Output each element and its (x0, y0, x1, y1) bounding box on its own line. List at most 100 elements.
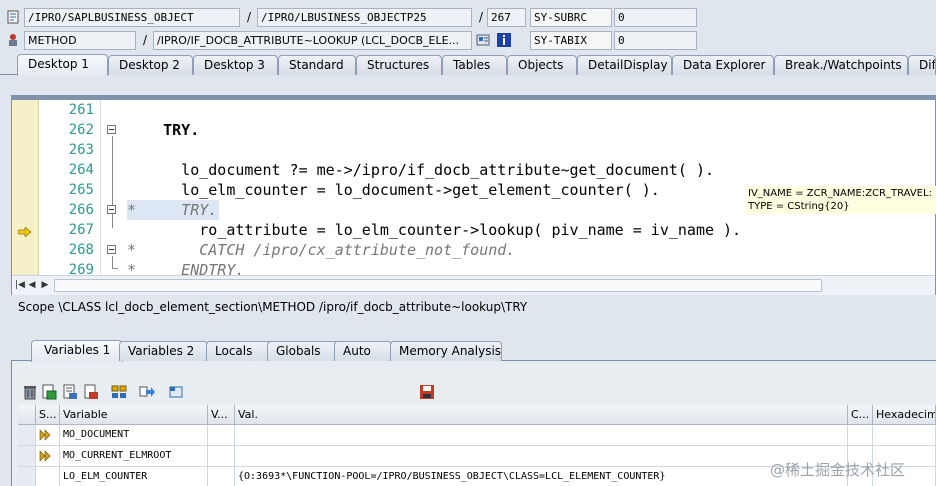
floppy-save-icon[interactable] (419, 384, 435, 400)
tab-locals[interactable]: Locals (206, 341, 275, 361)
code-line: TRY. (127, 121, 200, 139)
sy-subrc-label: SY-SUBRC (530, 8, 612, 27)
variable-v-cell (208, 446, 235, 467)
line-number: 265 (68, 182, 94, 198)
variable-name-cell[interactable]: LO_ELM_COUNTER (60, 467, 208, 486)
line-number: 262 (68, 122, 94, 138)
code-line-selected: * TRY. (127, 200, 219, 220)
tab-desktop-2[interactable]: Desktop 2 (108, 55, 193, 75)
row-selector[interactable] (18, 467, 36, 486)
expand-all-icon[interactable] (111, 384, 127, 400)
fold-line (112, 136, 113, 228)
line-number-field[interactable]: 267 (487, 8, 526, 27)
tab-memory-analysis[interactable]: Memory Analysis (390, 341, 502, 361)
drilldown-cell[interactable] (36, 425, 60, 446)
scroll-right-icon[interactable]: ▶ (39, 279, 51, 292)
event-type-field[interactable]: METHOD (24, 31, 136, 50)
code-line: lo_elm_counter = lo_document->get_elemen… (127, 181, 660, 199)
sy-tabix-value[interactable]: 0 (614, 31, 697, 50)
column-header-v[interactable]: V... (208, 405, 235, 425)
tab-tables[interactable]: Tables (442, 55, 507, 75)
column-header-val[interactable]: Val. (235, 405, 848, 425)
export-variables-icon[interactable] (83, 384, 99, 400)
variable-value-cell[interactable] (235, 446, 848, 467)
separator-slash: / (246, 10, 252, 24)
variable-hex-cell (873, 425, 936, 446)
watermark: @稀土掘金技术社区 (770, 461, 906, 479)
scrollbar-track[interactable] (54, 279, 822, 292)
drilldown-cell (36, 467, 60, 486)
tab-variables-2[interactable]: Variables 2 (119, 341, 208, 361)
column-header-hexadecimal[interactable]: Hexadecim (873, 405, 936, 425)
breakpoint-gutter[interactable] (12, 100, 39, 275)
line-number: 264 (68, 162, 94, 178)
include-field[interactable]: /IPRO/LBUSINESS_OBJECTP25 (257, 8, 472, 27)
fold-toggle-icon[interactable] (107, 125, 116, 134)
column-header-s[interactable]: S... (36, 405, 60, 425)
variable-name-cell[interactable]: MO_DOCUMENT (60, 425, 208, 446)
line-number: 268 (68, 242, 94, 258)
drilldown-arrow-icon[interactable] (39, 429, 51, 441)
code-line-current: ro_attribute = lo_elm_counter->lookup( p… (127, 221, 742, 239)
table-row[interactable]: MO_DOCUMENT (18, 425, 936, 446)
fold-end-mark (112, 268, 118, 269)
tab-desktop-1[interactable]: Desktop 1 (17, 54, 108, 76)
drilldown-arrow-icon[interactable] (39, 450, 51, 462)
tab-globals[interactable]: Globals (267, 341, 339, 361)
fold-toggle-icon[interactable] (107, 245, 116, 254)
tooltip-line: IV_NAME = ZCR_NAME:ZCR_TRAVEL: (748, 188, 932, 199)
info-icon[interactable] (497, 33, 511, 47)
variable-value-cell[interactable] (235, 425, 848, 446)
delete-icon[interactable] (22, 384, 38, 400)
column-header-c[interactable]: C... (848, 405, 873, 425)
tab-objects[interactable]: Objects (507, 55, 577, 75)
separator-slash: / (478, 10, 484, 24)
tab-auto[interactable]: Auto (334, 341, 392, 361)
filter-icon[interactable] (168, 384, 184, 400)
tab-data-explorer[interactable]: Data Explorer (672, 55, 774, 75)
tab-structures[interactable]: Structures (356, 55, 442, 75)
load-variables-icon[interactable] (62, 384, 78, 400)
tab-desktop-3[interactable]: Desktop 3 (193, 55, 278, 75)
fold-gutter (101, 100, 127, 275)
drilldown-cell[interactable] (36, 446, 60, 467)
tab-detail-display[interactable]: DetailDisplay (577, 55, 672, 75)
column-header-variable[interactable]: Variable (60, 405, 208, 425)
scroll-first-icon[interactable]: |◀ (14, 279, 26, 292)
line-number: 266 (68, 202, 94, 218)
tab-variables-1[interactable]: Variables 1 (31, 340, 123, 362)
sy-tabix-label: SY-TABIX (530, 31, 612, 50)
code-line: * CATCH /ipro/cx_attribute_not_found. (127, 241, 516, 259)
separator-slash: / (142, 33, 148, 47)
event-field[interactable]: /IPRO/IF_DOCB_ATTRIBUTE~LOOKUP (LCL_DOCB… (153, 31, 472, 50)
fold-line (112, 256, 113, 268)
tab-diff[interactable]: Dif (908, 55, 936, 75)
method-icon (6, 33, 20, 47)
line-numbers: 261 262 263 264 265 266 267 268 269 (40, 100, 100, 278)
sy-subrc-value[interactable]: 0 (614, 8, 697, 27)
code-line: * ENDTRY. (127, 261, 245, 275)
scroll-left-icon[interactable]: ◀ (26, 279, 38, 292)
variable-v-cell (208, 425, 235, 446)
tab-standard[interactable]: Standard (278, 55, 356, 75)
row-selector[interactable] (18, 425, 36, 446)
tab-breakpoints-watchpoints[interactable]: Break./Watchpoints (774, 55, 908, 75)
fold-toggle-icon[interactable] (107, 205, 116, 214)
variable-value-cell[interactable]: {O:3693*\FUNCTION-POOL=/IPRO/BUSINESS_OB… (235, 467, 848, 486)
row-selector[interactable] (18, 446, 36, 467)
program-field[interactable]: /IPRO/SAPLBUSINESS_OBJECT (24, 8, 240, 27)
horizontal-scrollbar[interactable]: |◀ ◀ ▶ (12, 275, 935, 295)
display-icon[interactable] (476, 33, 490, 47)
header-row-program: /IPRO/SAPLBUSINESS_OBJECT / /IPRO/LBUSIN… (0, 6, 936, 30)
line-number: 261 (68, 102, 94, 118)
variable-c-cell (848, 425, 873, 446)
variable-name-cell[interactable]: MO_CURRENT_ELMROOT (60, 446, 208, 467)
save-variables-icon[interactable] (41, 384, 57, 400)
transfer-icon[interactable] (139, 384, 155, 400)
line-number: 263 (68, 142, 94, 158)
code-line: lo_document ?= me->/ipro/if_docb_attribu… (127, 161, 714, 179)
tooltip-line: TYPE = CString{20} (748, 201, 850, 212)
program-icon (6, 10, 20, 24)
desktop-tab-strip: Desktop 1 Desktop 2 Desktop 3 Standard S… (0, 54, 936, 76)
line-number: 267 (68, 222, 94, 238)
